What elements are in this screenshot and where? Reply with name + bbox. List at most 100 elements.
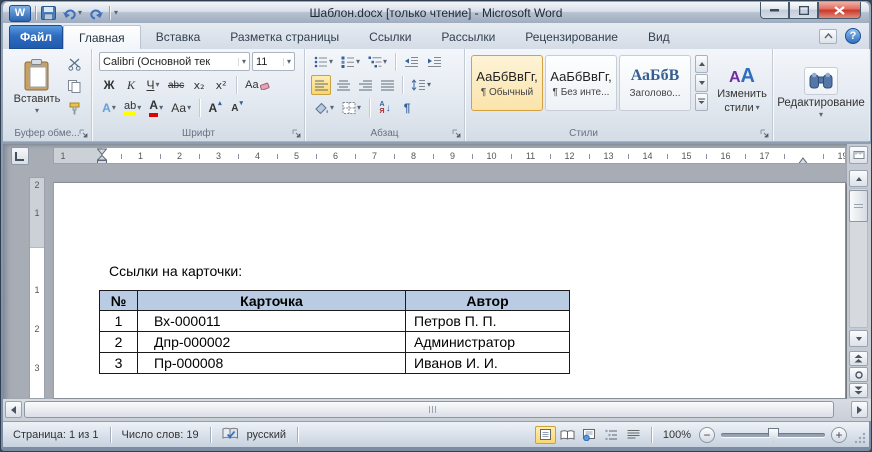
table-cell[interactable]: 3 xyxy=(100,353,138,374)
vertical-ruler[interactable]: 2 1 1 2 3 xyxy=(29,177,45,399)
style-normal[interactable]: АаБбВвГг, ¶ Обычный xyxy=(471,55,543,111)
paragraph-dialog-launcher[interactable] xyxy=(451,128,462,139)
word-count[interactable]: Число слов: 19 xyxy=(118,429,203,441)
cut-button[interactable] xyxy=(64,54,84,74)
increase-indent-button[interactable] xyxy=(424,52,445,72)
table-header-cell[interactable]: № xyxy=(100,291,138,311)
scroll-right-button[interactable] xyxy=(851,401,868,418)
line-spacing-button[interactable]: ▾ xyxy=(408,75,434,95)
clear-formatting-button[interactable]: Aa xyxy=(242,75,272,95)
clipboard-dialog-launcher[interactable] xyxy=(78,128,89,139)
italic-button[interactable]: K xyxy=(121,75,141,95)
multilevel-list-button[interactable]: ▾ xyxy=(365,52,390,72)
table-cell[interactable]: Дпр-000002 xyxy=(138,332,406,353)
zoom-slider-track[interactable] xyxy=(721,433,825,437)
borders-button[interactable]: ▾ xyxy=(339,98,364,118)
tab-review[interactable]: Рецензирование xyxy=(510,25,633,49)
zoom-out-button[interactable]: − xyxy=(699,427,715,443)
paste-dropdown-icon[interactable]: ▾ xyxy=(35,107,39,115)
indent-markers[interactable] xyxy=(97,148,107,164)
hscroll-thumb[interactable] xyxy=(24,401,834,418)
shrink-font-button[interactable]: А▾ xyxy=(227,98,247,118)
numbering-button[interactable]: ▾ xyxy=(338,52,363,72)
undo-button[interactable]: ▾ xyxy=(61,5,83,22)
strikethrough-button[interactable]: abc xyxy=(165,75,187,95)
minimize-button[interactable] xyxy=(760,2,789,19)
language-indicator[interactable]: русский xyxy=(243,429,290,441)
decrease-indent-button[interactable] xyxy=(401,52,422,72)
align-right-button[interactable] xyxy=(355,75,375,95)
line-spacing-dropdown-icon[interactable]: ▾ xyxy=(427,81,431,89)
numbering-dropdown-icon[interactable]: ▾ xyxy=(356,58,360,66)
bullets-dropdown-icon[interactable]: ▾ xyxy=(329,58,333,66)
grow-font-button[interactable]: А▴ xyxy=(205,98,225,118)
text-effects-dropdown-icon[interactable]: ▾ xyxy=(112,104,116,112)
right-indent-marker[interactable] xyxy=(798,157,808,164)
maximize-button[interactable] xyxy=(789,2,818,19)
outline-view-button[interactable] xyxy=(601,426,622,444)
next-page-button[interactable] xyxy=(849,383,868,398)
spellcheck-indicator[interactable] xyxy=(218,427,243,443)
table-cell[interactable]: Иванов И. И. xyxy=(406,353,570,374)
align-left-button[interactable] xyxy=(311,75,331,95)
web-layout-view-button[interactable] xyxy=(579,426,600,444)
style-heading1[interactable]: АаБбВ Заголово... xyxy=(619,55,691,111)
font-dialog-launcher[interactable] xyxy=(291,128,302,139)
qat-customize-icon[interactable]: ▾ xyxy=(114,9,118,17)
borders-dropdown-icon[interactable]: ▾ xyxy=(357,104,361,112)
multilevel-dropdown-icon[interactable]: ▾ xyxy=(383,58,387,66)
change-case-button[interactable]: Аа▾ xyxy=(168,98,194,118)
help-button[interactable]: ? xyxy=(845,28,861,44)
select-browse-object-button[interactable] xyxy=(849,367,868,382)
styles-dialog-launcher[interactable] xyxy=(759,128,770,139)
page-indicator[interactable]: Страница: 1 из 1 xyxy=(9,429,103,441)
bold-button[interactable]: Ж xyxy=(99,75,119,95)
underline-dropdown-icon[interactable]: ▾ xyxy=(155,81,159,89)
styles-scroll-down-button[interactable] xyxy=(695,74,708,92)
font-color-dropdown-icon[interactable]: ▾ xyxy=(159,104,163,112)
ruler-toggle-button[interactable] xyxy=(849,146,868,164)
draft-view-button[interactable] xyxy=(623,426,644,444)
undo-dropdown-icon[interactable]: ▾ xyxy=(78,9,82,17)
horizontal-ruler[interactable]: 1 1 2 3 4 5 6 7 8 9 10 11 12 13 14 15 16… xyxy=(53,147,846,164)
scroll-left-button[interactable] xyxy=(5,401,22,418)
font-name-combobox[interactable]: Calibri (Основной тек ▾ xyxy=(99,52,250,71)
close-button[interactable] xyxy=(818,2,861,19)
font-color-button[interactable]: А▾ xyxy=(146,98,166,118)
tab-insert[interactable]: Вставка xyxy=(141,25,216,49)
table-cell[interactable]: Вх-000011 xyxy=(138,311,406,332)
vscroll-thumb[interactable] xyxy=(849,190,868,222)
table-cell[interactable]: 1 xyxy=(100,311,138,332)
table-cell[interactable]: Пр-000008 xyxy=(138,353,406,374)
font-size-combobox[interactable]: 11 ▾ xyxy=(252,52,295,71)
change-styles-button[interactable]: АА Изменить стили▾ xyxy=(713,53,771,127)
bullets-button[interactable]: ▾ xyxy=(311,52,336,72)
subscript-button[interactable]: x₂ xyxy=(189,75,209,95)
tab-page-layout[interactable]: Разметка страницы xyxy=(215,25,354,49)
font-size-dropdown-icon[interactable]: ▾ xyxy=(283,58,291,66)
previous-page-button[interactable] xyxy=(849,351,868,366)
text-effects-button[interactable]: А▾ xyxy=(99,98,119,118)
resize-grip[interactable] xyxy=(853,431,867,445)
show-paragraph-marks-button[interactable]: ¶ xyxy=(397,98,417,118)
document-page[interactable]: Ссылки на карточки: № Карточка Автор 1 В… xyxy=(53,182,846,399)
style-no-spacing[interactable]: АаБбВвГг, ¶ Без инте... xyxy=(545,55,617,111)
table-cell[interactable]: Администратор xyxy=(406,332,570,353)
shading-button[interactable]: ▾ xyxy=(311,98,337,118)
tab-view[interactable]: Вид xyxy=(633,25,685,49)
fullscreen-reading-view-button[interactable] xyxy=(557,426,578,444)
tab-mailings[interactable]: Рассылки xyxy=(426,25,510,49)
tab-home[interactable]: Главная xyxy=(63,25,141,49)
save-button[interactable] xyxy=(40,5,57,22)
sort-button[interactable]: А Я ↓ xyxy=(375,98,395,118)
zoom-slider-thumb[interactable] xyxy=(768,428,779,442)
format-painter-button[interactable] xyxy=(64,98,84,118)
word-logo-icon[interactable]: W xyxy=(9,5,31,22)
highlight-button[interactable]: ab▾ xyxy=(121,98,144,118)
table-header-cell[interactable]: Автор xyxy=(406,291,570,311)
table-header-cell[interactable]: Карточка xyxy=(138,291,406,311)
paste-button[interactable]: Вставить ▾ xyxy=(11,52,63,122)
styles-scroll-up-button[interactable] xyxy=(695,55,708,73)
zoom-level[interactable]: 100% xyxy=(659,429,695,441)
align-center-button[interactable] xyxy=(333,75,353,95)
